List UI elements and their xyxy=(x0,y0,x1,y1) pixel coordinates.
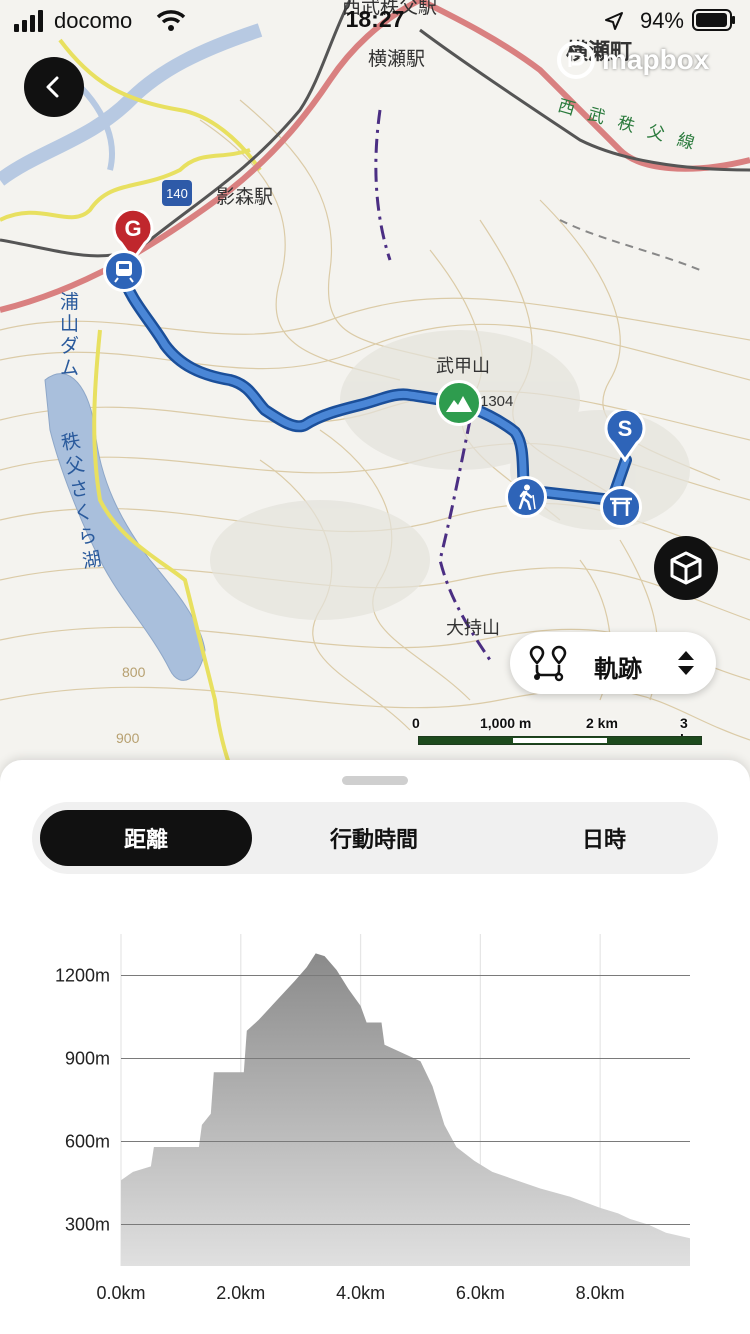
tab-distance[interactable]: 距離 xyxy=(40,810,252,866)
hiker-icon xyxy=(518,484,536,510)
x-axis-mode-segmented-control: 距離 行動時間 日時 xyxy=(32,802,718,874)
hiker-marker[interactable] xyxy=(505,476,547,518)
tab-elapsed-time-label: 行動時間 xyxy=(329,827,418,852)
cube-icon xyxy=(670,551,702,585)
route-icon xyxy=(529,645,567,682)
train-icon xyxy=(114,261,134,283)
track-toggle-button[interactable]: 軌跡 xyxy=(510,632,716,694)
summit-marker[interactable] xyxy=(436,380,482,426)
status-time: 18:27 xyxy=(345,6,405,32)
3d-view-button[interactable] xyxy=(654,536,718,600)
shrine-marker[interactable] xyxy=(600,486,642,528)
x-tick-label: 6.0km xyxy=(456,1283,505,1303)
lake-shape xyxy=(44,373,206,681)
label-kagemori-station: 影森駅 xyxy=(216,187,274,208)
start-marker[interactable]: S xyxy=(604,410,646,462)
label-mt-omochi: 大持山 xyxy=(446,618,500,638)
tab-datetime-label: 日時 xyxy=(581,827,626,852)
label-contour-800: 800 xyxy=(122,664,146,680)
train-station-marker[interactable] xyxy=(103,250,145,292)
elevation-sheet: 距離 行動時間 日時 300m 600m 900m 1200m 0.0km 2.0km 4… xyxy=(0,760,750,1334)
map-scale: 0 1,000 m 2 km 3 km xyxy=(410,712,710,752)
elevation-area xyxy=(121,953,690,1266)
up-down-icon xyxy=(678,651,694,675)
chevron-left-icon xyxy=(46,76,59,98)
map-view[interactable]: 西武秩父駅 横瀬駅 横瀬町 影森駅 140 浦山ダム 秩父さくら湖 武甲山 13… xyxy=(0,0,750,790)
y-tick-label: 300m xyxy=(65,1215,110,1235)
label-contour-900: 900 xyxy=(116,730,140,746)
mapbox-logo: mapbox xyxy=(556,40,709,80)
scale-label-1: 1,000 m xyxy=(480,715,532,731)
label-yokoze-station: 横瀬駅 xyxy=(368,49,426,70)
mapbox-icon xyxy=(557,41,595,79)
y-tick-label: 600m xyxy=(65,1132,110,1152)
label-mt-bukou-elev: 1304 xyxy=(480,393,514,410)
y-tick-label: 900m xyxy=(65,1049,110,1069)
elevation-chart-svg: 300m 600m 900m 1200m 0.0km 2.0km 4.0km 6.0km 8.… xyxy=(55,934,690,1303)
label-urayama-dam: 浦山ダム xyxy=(60,292,80,379)
route-140-label: 140 xyxy=(166,185,188,201)
goal-marker-label: G xyxy=(124,216,142,241)
mountain-icon xyxy=(446,396,472,412)
battery-icon xyxy=(692,9,735,31)
elevation-chart[interactable]: 300m 600m 900m 1200m 0.0km 2.0km 4.0km 6.0km 8.… xyxy=(0,920,750,1334)
tab-elapsed-time[interactable]: 行動時間 xyxy=(268,810,480,866)
back-button[interactable] xyxy=(24,57,84,117)
label-mt-bukou: 武甲山 xyxy=(436,356,490,376)
start-marker-label: S xyxy=(617,416,633,441)
scale-bar xyxy=(418,736,702,745)
x-tick-label: 4.0km xyxy=(336,1283,385,1303)
tab-datetime[interactable]: 日時 xyxy=(498,810,710,866)
x-tick-label: 0.0km xyxy=(96,1283,145,1303)
route-140-shield: 140 xyxy=(162,180,192,206)
torii-icon xyxy=(610,497,632,516)
x-tick-label: 2.0km xyxy=(216,1283,265,1303)
status-bar: docomo 18:27 94% xyxy=(0,0,750,44)
scale-label-2: 2 km xyxy=(586,715,618,731)
tab-distance-label: 距離 xyxy=(123,827,168,852)
location-arrow-icon xyxy=(605,12,623,30)
mapbox-logo-text: mapbox xyxy=(602,44,710,75)
y-tick-label: 1200m xyxy=(55,966,110,986)
battery-percentage: 94% xyxy=(639,8,684,33)
sheet-drag-handle[interactable] xyxy=(342,776,408,785)
x-tick-label: 8.0km xyxy=(576,1283,625,1303)
track-toggle-label: 軌跡 xyxy=(594,656,642,683)
scale-label-0: 0 xyxy=(412,715,420,731)
